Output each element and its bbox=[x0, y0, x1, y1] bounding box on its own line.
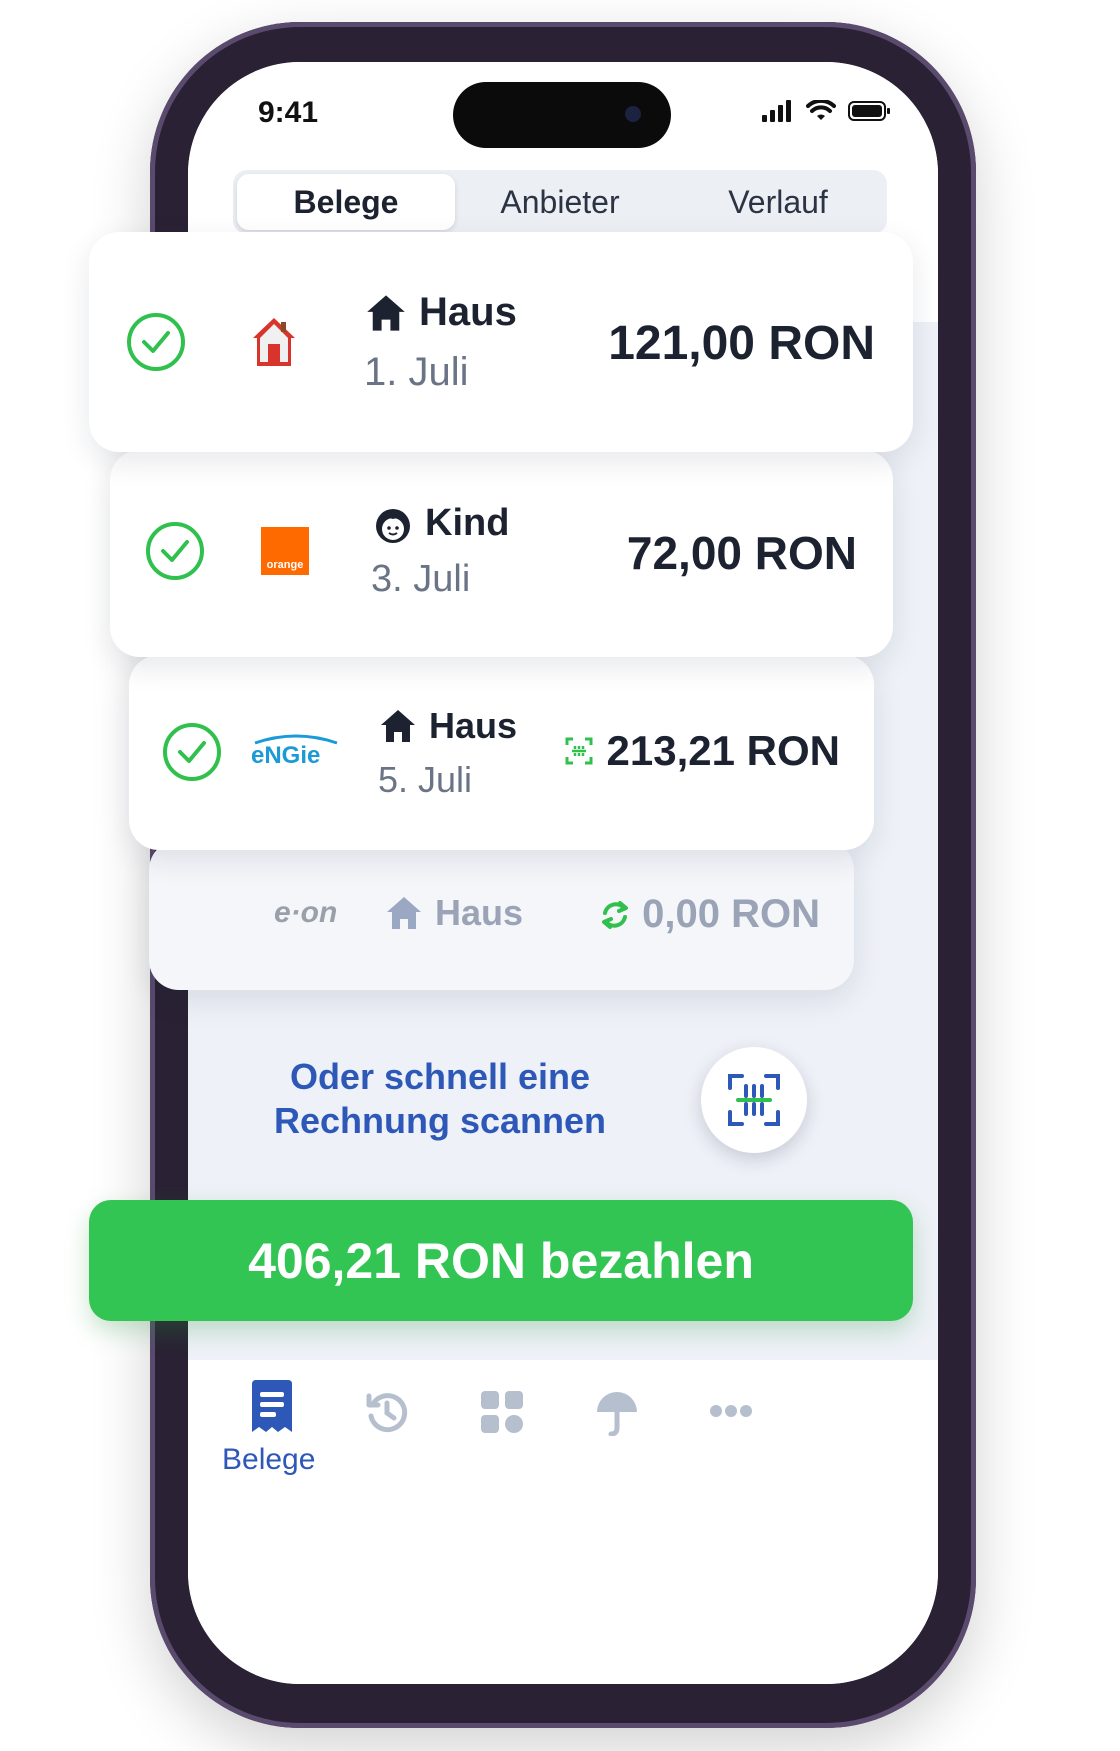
status-time: 9:41 bbox=[258, 96, 319, 129]
scan-code-icon bbox=[565, 737, 593, 765]
tab-label-belege: Belege bbox=[222, 1443, 316, 1476]
house-logo-icon bbox=[251, 316, 297, 373]
bill-card-eon[interactable]: e·on Haus 0,00 RON bbox=[149, 840, 854, 990]
orange-logo: orange bbox=[261, 527, 309, 575]
tab-services[interactable] bbox=[481, 1391, 523, 1438]
barcode-scan-icon bbox=[728, 1074, 780, 1126]
scan-prompt[interactable]: Oder schnell eine Rechnung scannen bbox=[210, 1055, 670, 1143]
child-face-icon bbox=[376, 508, 410, 543]
eon-logo: e·on bbox=[274, 896, 338, 929]
bill-date: 5. Juli bbox=[378, 759, 473, 800]
house-icon bbox=[387, 897, 421, 929]
tab-belege[interactable]: Belege bbox=[237, 174, 455, 230]
bill-category: Haus bbox=[365, 290, 517, 335]
paid-check-icon bbox=[146, 522, 204, 580]
paid-check-icon bbox=[127, 313, 185, 371]
receipts-icon bbox=[252, 1380, 292, 1432]
house-icon bbox=[367, 294, 405, 331]
engie-logo: eNGie bbox=[249, 733, 344, 772]
grid-icon bbox=[481, 1391, 523, 1433]
svg-text:eNGie: eNGie bbox=[251, 742, 320, 767]
tab-verlauf[interactable]: Verlauf bbox=[669, 170, 887, 234]
more-icon bbox=[710, 1405, 752, 1417]
refresh-icon bbox=[602, 900, 629, 929]
bill-category: Haus bbox=[385, 892, 523, 934]
bill-card-engie[interactable]: eNGie Haus 5. Juli 213,21 RON bbox=[129, 655, 874, 850]
tab-more[interactable] bbox=[709, 1404, 753, 1423]
bill-date: 3. Juli bbox=[371, 558, 471, 600]
signal-icon bbox=[762, 100, 791, 122]
bill-amount: 213,21 RON bbox=[565, 727, 840, 775]
status-icons bbox=[762, 100, 892, 122]
bottom-tab-bar bbox=[188, 1360, 938, 1684]
umbrella-icon bbox=[597, 1392, 637, 1437]
bill-card-orange[interactable]: orange Kind 3. Juli 72,00 RON bbox=[110, 450, 893, 657]
bill-amount: 72,00 RON bbox=[626, 527, 857, 579]
tab-history[interactable] bbox=[365, 1390, 409, 1439]
bill-date: 1. Juli bbox=[364, 350, 469, 394]
bill-amount: 0,00 RON bbox=[600, 892, 820, 937]
bill-category: Kind bbox=[373, 502, 509, 545]
wifi-icon bbox=[806, 100, 836, 120]
house-icon bbox=[381, 710, 415, 742]
scan-button[interactable] bbox=[701, 1047, 807, 1153]
dynamic-island bbox=[453, 82, 671, 148]
bill-amount: 121,00 RON bbox=[608, 317, 875, 370]
tab-anbieter[interactable]: Anbieter bbox=[451, 170, 669, 234]
pay-button[interactable]: 406,21 RON bezahlen bbox=[89, 1200, 913, 1321]
segmented-control: Belege Anbieter Verlauf bbox=[233, 170, 887, 234]
tab-receipts[interactable] bbox=[248, 1380, 296, 1439]
paid-check-icon bbox=[163, 723, 221, 781]
battery-icon bbox=[848, 101, 890, 121]
tab-insurance[interactable] bbox=[596, 1390, 638, 1441]
bill-category: Haus bbox=[379, 705, 517, 747]
bill-card-house[interactable]: Haus 1. Juli 121,00 RON bbox=[89, 232, 913, 452]
history-icon bbox=[366, 1393, 408, 1433]
